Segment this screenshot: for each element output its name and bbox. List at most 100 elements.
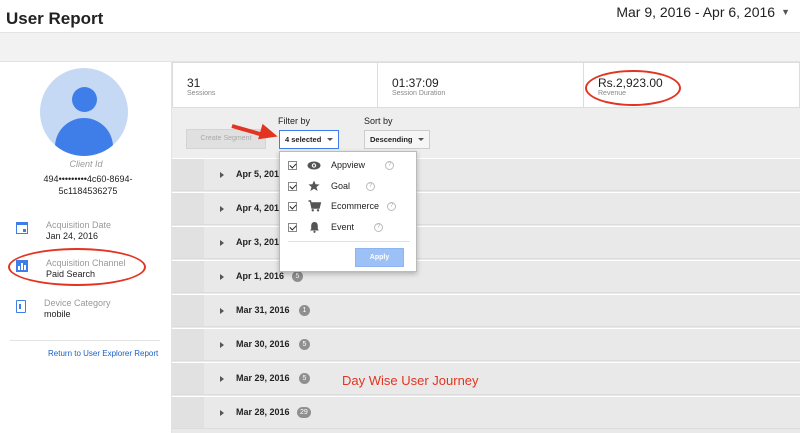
checkbox[interactable]	[288, 160, 297, 170]
avatar	[40, 68, 128, 156]
filter-option-label: Ecommerce	[331, 201, 380, 211]
filter-by-select[interactable]: 4 selected	[279, 130, 339, 149]
caret-down-icon	[327, 138, 333, 141]
session-count-badge: 5	[292, 271, 303, 282]
checkbox[interactable]	[288, 222, 297, 232]
device-category-label: Device Category	[44, 298, 111, 308]
row-stripe	[172, 397, 204, 428]
filter-option-label: Event	[331, 222, 355, 232]
session-count-badge: 1	[299, 305, 310, 316]
annotation-journey-text: Day Wise User Journey	[342, 373, 479, 388]
acquisition-date-row: Acquisition Date Jan 24, 2016	[16, 220, 111, 242]
help-icon[interactable]: ?	[387, 201, 397, 211]
caret-down-icon	[418, 138, 424, 141]
checkbox[interactable]	[288, 181, 297, 191]
expand-arrow-icon[interactable]	[220, 172, 224, 178]
date-range-text: Mar 9, 2016 - Apr 6, 2016	[616, 4, 776, 20]
session-count-badge: 5	[299, 373, 310, 384]
filter-option-ecommerce[interactable]: Ecommerce ?	[288, 199, 397, 213]
day-date: Mar 30, 2016	[236, 339, 290, 349]
day-date: Apr 1, 2016	[236, 271, 285, 281]
day-date: Mar 28, 2016	[236, 407, 290, 417]
client-id-line1: 494•••••••••4c60-8694-	[43, 174, 133, 184]
row-stripe	[172, 295, 204, 326]
expand-arrow-icon[interactable]	[220, 308, 224, 314]
day-row[interactable]: Mar 30, 2016 5	[172, 328, 800, 361]
sort-by-label: Sort by	[364, 116, 393, 126]
help-icon[interactable]: ?	[374, 222, 384, 232]
row-stripe	[172, 261, 204, 292]
stat-label: Sessions	[187, 90, 216, 97]
filter-by-label: Filter by	[278, 116, 311, 126]
day-date: Apr 5, 2016	[236, 169, 285, 179]
day-row[interactable]: Apr 5, 2016	[172, 158, 800, 191]
row-stripe	[172, 159, 204, 190]
divider	[288, 241, 410, 242]
client-id-line2: 5c1184536275	[58, 186, 118, 196]
filter-option-label: Goal	[331, 181, 351, 191]
device-category-row: Device Category mobile	[16, 298, 111, 320]
expand-arrow-icon[interactable]	[220, 206, 224, 212]
session-count-badge: 29	[297, 407, 311, 418]
filter-option-label: Appview	[331, 160, 366, 170]
row-stripe	[172, 329, 204, 360]
day-row[interactable]: Mar 31, 2016 1	[172, 294, 800, 327]
apply-button[interactable]: Apply	[355, 248, 404, 267]
help-icon[interactable]: ?	[385, 160, 395, 170]
acquisition-date-label: Acquisition Date	[46, 220, 112, 230]
stats-bar: 31 Sessions 01:37:09 Session Duration Rs…	[172, 62, 800, 108]
day-date: Apr 3, 2016	[236, 237, 285, 247]
bell-icon	[307, 221, 321, 233]
page-title: User Report	[6, 9, 104, 28]
row-stripe	[172, 193, 204, 224]
day-row[interactable]: Apr 3, 2016	[172, 226, 800, 259]
sort-by-select[interactable]: Descending	[364, 130, 430, 149]
expand-arrow-icon[interactable]	[220, 376, 224, 382]
sort-by-value: Descending	[370, 135, 413, 144]
day-row[interactable]: Mar 28, 2016 29	[172, 396, 800, 429]
stat-sessions: 31 Sessions	[172, 62, 378, 108]
eye-icon	[307, 161, 321, 170]
expand-arrow-icon[interactable]	[220, 410, 224, 416]
filter-by-value: 4 selected	[285, 135, 322, 144]
calendar-icon	[16, 222, 28, 234]
toolbar-strip	[0, 33, 800, 62]
day-row[interactable]: Mar 29, 2016 5	[172, 362, 800, 395]
client-id-value: 494•••••••••4c60-8694- 5c1184536275	[18, 173, 158, 197]
star-icon	[307, 180, 321, 192]
day-date: Apr 4, 2016	[236, 203, 285, 213]
day-date: Mar 31, 2016	[236, 305, 290, 315]
annotation-circle-channel	[8, 248, 146, 286]
device-category-value: mobile	[44, 309, 71, 319]
cart-icon	[307, 200, 321, 212]
expand-arrow-icon[interactable]	[220, 274, 224, 280]
session-count-badge: 5	[299, 339, 310, 350]
filter-option-event[interactable]: Event ?	[288, 220, 384, 234]
expand-arrow-icon[interactable]	[220, 342, 224, 348]
filter-option-goal[interactable]: Goal ?	[288, 179, 376, 193]
avatar-body-icon	[55, 118, 113, 156]
device-info-icon	[16, 300, 26, 313]
chevron-down-icon: ▼	[781, 7, 790, 17]
day-row[interactable]: Apr 1, 2016 5	[172, 260, 800, 293]
day-date: Mar 29, 2016	[236, 373, 290, 383]
date-range-picker[interactable]: Mar 9, 2016 - Apr 6, 2016 ▼	[616, 4, 790, 20]
stat-value: 31	[187, 76, 201, 90]
return-to-explorer-link[interactable]: Return to User Explorer Report	[48, 349, 158, 358]
day-list: Apr 5, 2016 Apr 4, 2016 Apr 3, 2016 Apr …	[172, 158, 800, 433]
stat-label: Session Duration	[392, 90, 446, 97]
avatar-head-icon	[72, 87, 97, 112]
acquisition-date-value: Jan 24, 2016	[46, 231, 99, 241]
filter-option-appview[interactable]: Appview ?	[288, 158, 395, 172]
expand-arrow-icon[interactable]	[220, 240, 224, 246]
day-row[interactable]: Apr 4, 2016	[172, 192, 800, 225]
help-icon[interactable]: ?	[366, 181, 376, 191]
annotation-circle-revenue	[585, 70, 681, 106]
stat-session-duration: 01:37:09 Session Duration	[378, 62, 584, 108]
row-stripe	[172, 363, 204, 394]
checkbox[interactable]	[288, 201, 297, 211]
client-id-label: Client Id	[69, 159, 103, 169]
stat-value: 01:37:09	[392, 76, 439, 90]
row-stripe	[172, 227, 204, 258]
divider	[10, 340, 160, 341]
